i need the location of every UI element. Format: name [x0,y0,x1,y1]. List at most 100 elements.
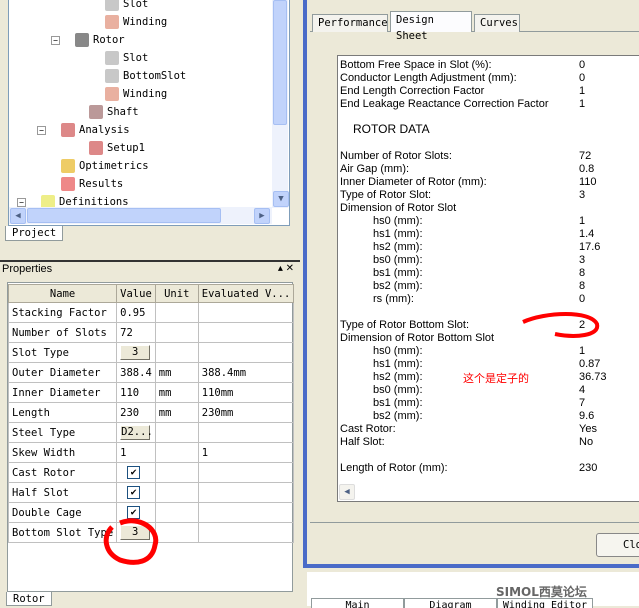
sheet-value: 1 [579,98,586,110]
property-name: Skew Width [7,442,118,463]
property-value[interactable]: 0.95 [120,307,145,319]
scroll-down-button[interactable]: ▼ [273,191,289,207]
analysis-icon [61,123,75,137]
collapse-icon[interactable]: − [17,198,26,207]
property-row[interactable]: Half Slot ✔ [7,482,295,503]
sheet-label: bs2 (mm): [373,280,423,292]
project-tree[interactable]: Slot Winding Rotor − Slot BottomSlot Winding Sh… [8,0,290,226]
property-unit: mm [154,382,199,403]
property-name: Length [7,402,118,423]
property-row[interactable]: Skew Width 1 1 [7,442,295,463]
property-evaluated [197,342,295,363]
property-evaluated [197,322,295,343]
tree-item-label: Winding [123,88,168,100]
scroll-left-button[interactable]: ◀ [10,208,26,224]
bottom-tab[interactable]: Winding Editor [497,598,593,608]
tree-item[interactable]: Setup1 [89,140,145,156]
sheet-value: 0 [579,72,586,84]
property-checkbox[interactable]: ✔ [127,466,141,479]
tab-rotor[interactable]: Rotor [6,592,52,606]
property-row[interactable]: Stacking Factor 0.95 [7,302,295,323]
col-unit[interactable]: Unit [154,284,199,303]
collapse-icon[interactable]: − [51,36,60,45]
sheet-label: hs0 (mm): [373,215,423,227]
property-button[interactable]: D2... [120,425,153,440]
properties-header: Properties ▴ ✕ [0,260,300,276]
sheet-label: hs2 (mm): [373,371,423,383]
sheet-label: Conductor Length Adjustment (mm): [340,72,517,84]
property-value[interactable]: 388.4 [120,367,152,379]
sheet-label: Type of Rotor Bottom Slot: [340,319,470,331]
optimetrics-icon [61,159,75,173]
property-row[interactable]: Inner Diameter 110 mm 110mm [7,382,295,403]
properties-table: Name Value Unit Evaluated V... Stacking … [7,284,295,543]
sheet-value: 1 [579,85,586,97]
col-name[interactable]: Name [7,284,118,303]
tree-vscroll-thumb[interactable] [273,0,287,125]
property-evaluated [197,302,295,323]
sheet-label: Type of Rotor Slot: [340,189,432,201]
red-circle-annotation-2 [522,312,600,338]
tree-item[interactable]: Results [61,176,123,192]
property-row[interactable]: Steel Type D2... [7,422,295,443]
property-value[interactable]: 1 [120,447,126,459]
tree-item[interactable]: Rotor [75,32,125,48]
sheet-label: Bottom Free Space in Slot (%): [340,59,492,71]
property-evaluated: 110mm [197,382,295,403]
sheet-value: 0.87 [579,358,601,370]
property-name: Steel Type [7,422,118,443]
close-icon[interactable]: ▴ ✕ [278,262,294,276]
sheet-value: 0.8 [579,163,595,175]
tree-item[interactable]: BottomSlot [105,68,186,84]
sheet-label: Half Slot: [340,436,385,448]
col-evaluated[interactable]: Evaluated V... [197,284,295,303]
tab-project[interactable]: Project [5,226,64,241]
property-row[interactable]: Slot Type 3 [7,342,295,363]
bottom-tab[interactable]: Main [311,598,404,608]
sheet-scroll-left[interactable]: ◀ [339,484,355,500]
property-unit: mm [154,402,199,423]
property-evaluated [197,522,295,543]
tree-item[interactable]: Analysis [61,122,130,138]
tree-item[interactable]: Slot [105,0,148,12]
sheet-value: 72 [579,150,592,162]
scroll-right-button[interactable]: ▶ [254,208,270,224]
property-row[interactable]: Number of Slots 72 [7,322,295,343]
tree-item[interactable]: Optimetrics [61,158,149,174]
collapse-icon[interactable]: − [37,126,46,135]
property-button[interactable]: 3 [120,345,151,360]
tab-curves[interactable]: Curves [474,14,520,32]
tab-performance[interactable]: Performance [312,14,388,32]
property-row[interactable]: Length 230 mm 230mm [7,402,295,423]
property-unit [154,302,199,323]
tree-item[interactable]: Winding [105,14,167,30]
sheet-value: 17.6 [579,241,601,253]
tab-design-sheet[interactable]: Design Sheet [390,11,472,42]
property-row[interactable]: Cast Rotor ✔ [7,462,295,483]
sheet-value: Yes [579,423,597,435]
sheet-value: 8 [579,267,586,279]
property-unit [154,322,199,343]
sheet-label: bs0 (mm): [373,254,423,266]
sheet-value: 0 [579,59,586,71]
property-row[interactable]: Outer Diameter 388.4 mm 388.4mm [7,362,295,383]
results-icon [61,177,75,191]
tree-hscroll-thumb[interactable] [27,208,221,223]
property-value[interactable]: 230 [120,407,139,419]
property-checkbox[interactable]: ✔ [127,486,141,499]
tree-item-label: Slot [123,0,149,10]
rotor-icon [75,33,89,47]
property-evaluated [197,482,295,503]
col-value[interactable]: Value [116,284,156,303]
tree-item[interactable]: Slot [105,50,148,66]
property-value[interactable]: 72 [120,327,133,339]
close-button[interactable]: Clo [596,533,639,557]
tree-item[interactable]: Winding [105,86,167,102]
tree-item-label: Setup1 [107,142,145,154]
sheet-label: Inner Diameter of Rotor (mm): [340,176,487,188]
sheet-label: ROTOR DATA [353,122,430,136]
bottom-tab[interactable]: Diagram [404,598,497,608]
property-unit [154,482,199,503]
property-value[interactable]: 110 [120,387,139,399]
tree-item[interactable]: Shaft [89,104,139,120]
